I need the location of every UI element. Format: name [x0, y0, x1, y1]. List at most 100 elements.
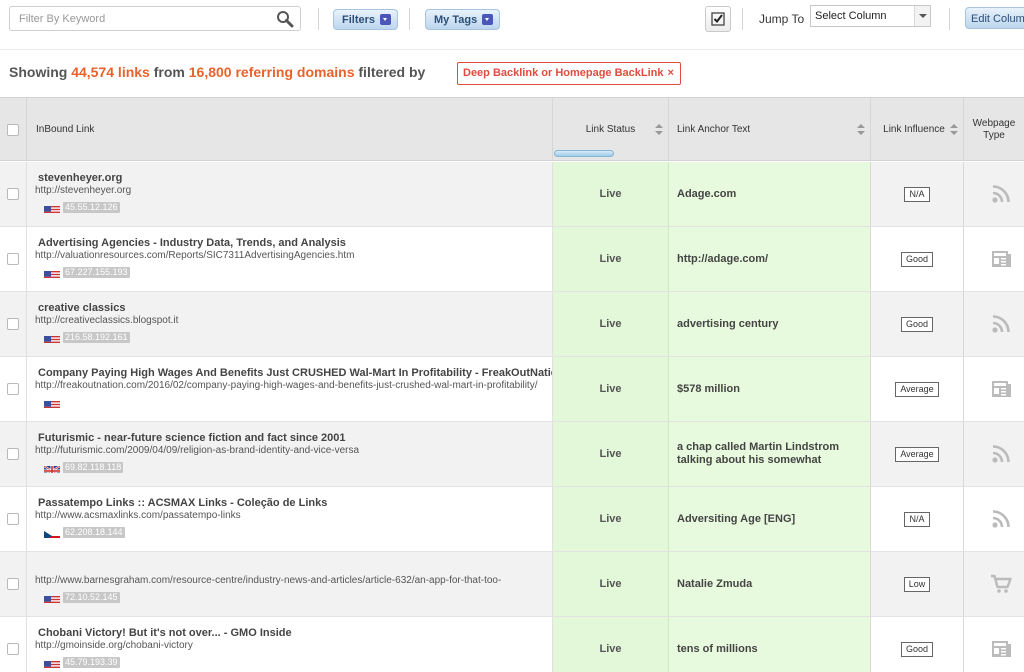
inbound-link-cell: Company Paying High Wages And Benefits J…	[27, 357, 553, 421]
row-checkbox[interactable]	[7, 383, 19, 395]
link-influence-cell: Good	[871, 292, 964, 356]
link-anchor-text-cell: tens of millions	[669, 617, 871, 672]
inbound-link-url[interactable]: http://futurismic.com/2009/04/09/religio…	[35, 445, 359, 456]
column-resize-handle[interactable]	[554, 150, 614, 157]
inbound-link-url[interactable]: http://gmoinside.org/chobani-victory	[35, 640, 193, 651]
inbound-link-cell: Passatempo Links :: ACSMAX Links - Coleç…	[27, 487, 553, 551]
webpage-type-cell	[964, 227, 1024, 291]
flag-cz-icon	[44, 528, 60, 538]
influence-badge: Average	[895, 446, 939, 462]
toolbar-divider	[318, 8, 319, 30]
search-input[interactable]	[10, 7, 260, 30]
influence-badge: Good	[900, 251, 934, 267]
inbound-link-title[interactable]: Passatempo Links :: ACSMAX Links - Coleç…	[38, 497, 327, 509]
link-status: Live	[599, 448, 622, 460]
row-checkbox[interactable]	[7, 253, 19, 265]
link-anchor-text: advertising century	[677, 317, 779, 330]
influence-badge: Good	[900, 641, 934, 657]
inbound-link-url[interactable]: http://www.acsmaxlinks.com/passatempo-li…	[35, 510, 241, 521]
inbound-link-title[interactable]: Advertising Agencies - Industry Data, Tr…	[38, 237, 346, 249]
inbound-link-title[interactable]: Futurismic - near-future science fiction…	[38, 432, 345, 444]
toolbar-divider	[409, 8, 410, 30]
flag-us-icon	[44, 658, 60, 668]
flag-uk-icon	[44, 463, 60, 473]
header-webpage-type-line1: Webpage	[972, 117, 1016, 129]
select-all-checkbox[interactable]	[7, 123, 19, 136]
link-status: Live	[599, 188, 622, 200]
webpage-type-cell	[964, 162, 1024, 226]
link-influence-cell: Good	[871, 617, 964, 672]
link-status-cell: Live	[553, 292, 669, 356]
edit-columns-button[interactable]: Edit Columns	[965, 7, 1024, 29]
table-row[interactable]: Futurismic - near-future science fiction…	[0, 422, 1024, 487]
table-row[interactable]: Company Paying High Wages And Benefits J…	[0, 357, 1024, 422]
select-all-toggle-button[interactable]	[705, 6, 731, 32]
link-anchor-text-cell: a chap called Martin Lindstrom talking a…	[669, 422, 871, 486]
header-link-influence[interactable]: Link Influence	[871, 98, 964, 161]
summary-filtered-by: filtered by	[358, 64, 426, 80]
influence-badge: Good	[900, 316, 934, 332]
row-checkbox[interactable]	[7, 513, 19, 525]
sort-icon[interactable]	[950, 124, 958, 136]
row-checkbox[interactable]	[7, 318, 19, 330]
header-inbound-link[interactable]: InBound Link	[27, 98, 553, 161]
inbound-link-title[interactable]: stevenheyer.org	[38, 172, 122, 184]
inbound-link-cell: Chobani Victory! But it's not over... - …	[27, 617, 553, 672]
inbound-link-url[interactable]: http://freakoutnation.com/2016/02/compan…	[35, 380, 537, 391]
link-anchor-text: tens of millions	[677, 642, 758, 655]
link-influence-cell: N/A	[871, 162, 964, 226]
link-anchor-text: Adversiting Age [ENG]	[677, 512, 796, 525]
header-webpage-type[interactable]: Webpage Type	[964, 98, 1024, 161]
row-checkbox[interactable]	[7, 448, 19, 460]
row-checkbox[interactable]	[7, 643, 19, 655]
link-anchor-text: $578 million	[677, 382, 740, 395]
table-row[interactable]: http://www.barnesgraham.com/resource-cen…	[0, 552, 1024, 617]
row-checkbox[interactable]	[7, 188, 19, 200]
influence-badge: N/A	[904, 186, 930, 202]
close-icon[interactable]: ×	[668, 67, 674, 79]
sort-icon[interactable]	[655, 124, 663, 136]
row-select-cell	[0, 357, 27, 421]
webpage-type-cell	[964, 617, 1024, 672]
link-status-cell: Live	[553, 422, 669, 486]
inbound-link-url[interactable]: http://stevenheyer.org	[35, 185, 131, 196]
row-checkbox[interactable]	[7, 578, 19, 590]
inbound-link-url[interactable]: http://creativeclassics.blogspot.it	[35, 315, 178, 326]
my-tags-button[interactable]: My Tags	[425, 9, 501, 30]
jump-to-select[interactable]: Select Column	[810, 5, 931, 27]
link-status-cell: Live	[553, 617, 669, 672]
edit-columns-label: Edit Columns	[971, 13, 1024, 25]
filters-button[interactable]: Filters	[333, 9, 399, 30]
link-status-cell: Live	[553, 162, 669, 226]
link-anchor-text: http://adage.com/	[677, 252, 769, 265]
inbound-link-title[interactable]: Company Paying High Wages And Benefits J…	[38, 367, 552, 379]
table-row[interactable]: Chobani Victory! But it's not over... - …	[0, 617, 1024, 672]
inbound-link-url[interactable]: http://valuationresources.com/Reports/SI…	[35, 250, 354, 261]
sort-icon[interactable]	[857, 124, 865, 136]
webpage-type-cell	[964, 552, 1024, 616]
ip-address: 67.227.155.193	[63, 267, 130, 278]
row-select-cell	[0, 617, 27, 672]
link-status: Live	[599, 318, 622, 330]
webpage-type-cell	[964, 422, 1024, 486]
row-select-cell	[0, 422, 27, 486]
toolbar-divider	[742, 8, 743, 30]
inbound-link-title[interactable]: Chobani Victory! But it's not over... - …	[38, 627, 292, 639]
inbound-link-title[interactable]: creative classics	[38, 302, 125, 314]
inbound-link-cell: creative classics http://creativeclassics…	[27, 292, 553, 356]
active-filter-tag[interactable]: Deep Backlink or Homepage BackLink ×	[457, 62, 681, 85]
table-header: InBound Link Link Status Link Anchor Tex…	[0, 97, 1024, 161]
link-influence-cell: Average	[871, 422, 964, 486]
link-status: Live	[599, 383, 622, 395]
table-row[interactable]: Advertising Agencies - Industry Data, Tr…	[0, 227, 1024, 292]
table-row[interactable]: creative classics http://creativeclassics…	[0, 292, 1024, 357]
table-row[interactable]: Passatempo Links :: ACSMAX Links - Coleç…	[0, 487, 1024, 552]
chevron-down-icon	[914, 6, 930, 26]
inbound-link-url[interactable]: http://www.barnesgraham.com/resource-cen…	[35, 575, 501, 586]
header-inbound-label: InBound Link	[36, 124, 95, 135]
header-status-label: Link Status	[585, 124, 636, 135]
header-link-anchor-text[interactable]: Link Anchor Text	[669, 98, 871, 161]
link-influence-cell: Good	[871, 227, 964, 291]
search-icon[interactable]	[276, 10, 294, 28]
table-row[interactable]: stevenheyer.org http://stevenheyer.org 45.…	[0, 162, 1024, 227]
